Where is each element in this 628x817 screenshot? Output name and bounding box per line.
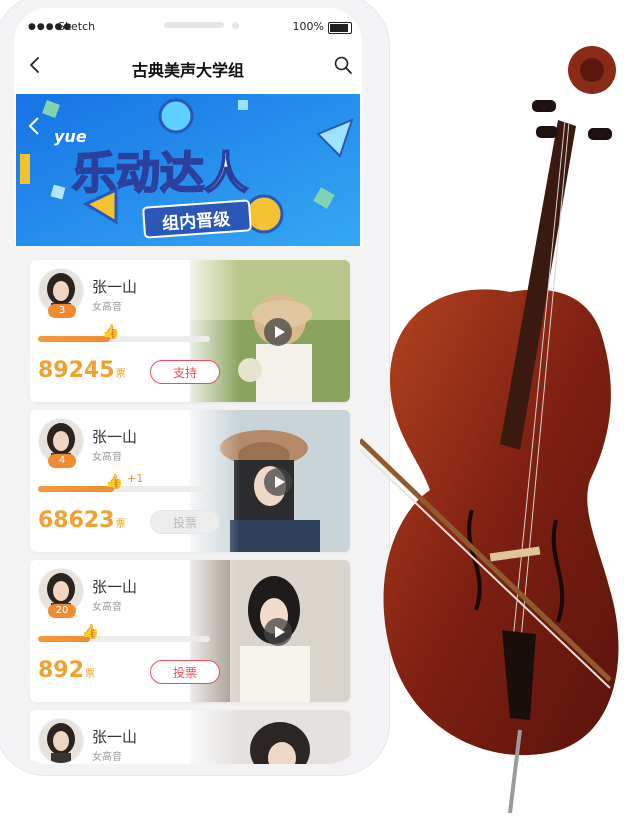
photo-fade bbox=[180, 710, 240, 764]
speaker-notch bbox=[164, 22, 224, 28]
vote-unit: 票 bbox=[115, 519, 126, 530]
progress-bar: 👍 bbox=[38, 474, 210, 492]
rank-badge: 20 bbox=[48, 604, 76, 618]
status-bar: ●●●●● Sketch 100% bbox=[14, 8, 362, 44]
rank-badge: 3 bbox=[48, 304, 76, 318]
vote-count: 68623票 bbox=[38, 508, 126, 533]
progress-fill bbox=[38, 336, 111, 342]
contestant-name: 张一山 bbox=[92, 578, 138, 596]
thumbs-up-icon: 👍 bbox=[102, 324, 120, 340]
battery-percent: 100% bbox=[292, 20, 324, 33]
promo-banner[interactable]: yue 乐动达人 组内晋级 bbox=[16, 94, 360, 246]
carrier-label: Sketch bbox=[58, 20, 96, 33]
vote-unit: 票 bbox=[84, 669, 95, 680]
contestant-card[interactable]: 张一山 女高音 bbox=[30, 710, 350, 764]
banner-headline: 乐动达人 bbox=[72, 148, 248, 199]
contestant-name: 张一山 bbox=[92, 728, 138, 746]
voice-type: 女高音 bbox=[92, 752, 122, 763]
contestant-card[interactable]: 3 张一山 女高音 👍 89245票 支持 bbox=[30, 260, 350, 402]
vote-count: 892票 bbox=[38, 658, 95, 683]
support-button[interactable]: 支持 bbox=[150, 360, 220, 384]
play-icon[interactable] bbox=[264, 318, 292, 346]
thumbs-up-icon: 👍 bbox=[105, 474, 124, 490]
voice-type: 女高音 bbox=[92, 302, 122, 313]
contestant-list: 3 张一山 女高音 👍 89245票 支持 4 张一山 女高音 +1 👍 686… bbox=[14, 246, 362, 764]
contestant-name: 张一山 bbox=[92, 278, 138, 296]
cello-image bbox=[358, 30, 628, 814]
phone-screen: ●●●●● Sketch 100% 古典美声大学组 yue 乐动达人 组内晋级 … bbox=[14, 8, 362, 764]
vote-button[interactable]: 投票 bbox=[150, 660, 220, 684]
vote-count: 89245票 bbox=[38, 358, 126, 383]
voice-type: 女高音 bbox=[92, 602, 122, 613]
navigation-bar: 古典美声大学组 bbox=[14, 44, 362, 95]
banner-logo-text: yue bbox=[54, 127, 87, 146]
contestant-card[interactable]: 20 张一山 女高音 👍 892票 投票 bbox=[30, 560, 350, 702]
plus-one-label: +1 bbox=[127, 472, 144, 485]
battery-icon bbox=[328, 22, 352, 34]
vote-button[interactable]: 投票 bbox=[150, 510, 220, 534]
vote-number: 68623 bbox=[38, 508, 115, 533]
progress-bar: 👍 bbox=[38, 624, 210, 642]
thumbs-up-icon: 👍 bbox=[81, 624, 100, 640]
page-title: 古典美声大学组 bbox=[131, 61, 244, 80]
camera-dot bbox=[232, 22, 239, 29]
play-icon[interactable] bbox=[264, 618, 292, 646]
contestant-name: 张一山 bbox=[92, 428, 138, 446]
vote-unit: 票 bbox=[115, 369, 126, 380]
vote-number: 892 bbox=[38, 658, 84, 683]
avatar[interactable] bbox=[38, 718, 84, 764]
voice-type: 女高音 bbox=[92, 452, 122, 463]
play-icon[interactable] bbox=[264, 468, 292, 496]
progress-fill bbox=[38, 486, 114, 492]
search-icon[interactable] bbox=[332, 54, 354, 76]
phone-frame: ●●●●● Sketch 100% 古典美声大学组 yue 乐动达人 组内晋级 … bbox=[0, 0, 390, 776]
progress-bar: 👍 bbox=[38, 324, 210, 342]
rank-badge: 4 bbox=[48, 454, 76, 468]
vote-number: 89245 bbox=[38, 358, 115, 383]
contestant-card[interactable]: 4 张一山 女高音 +1 👍 68623票 投票 bbox=[30, 410, 350, 552]
